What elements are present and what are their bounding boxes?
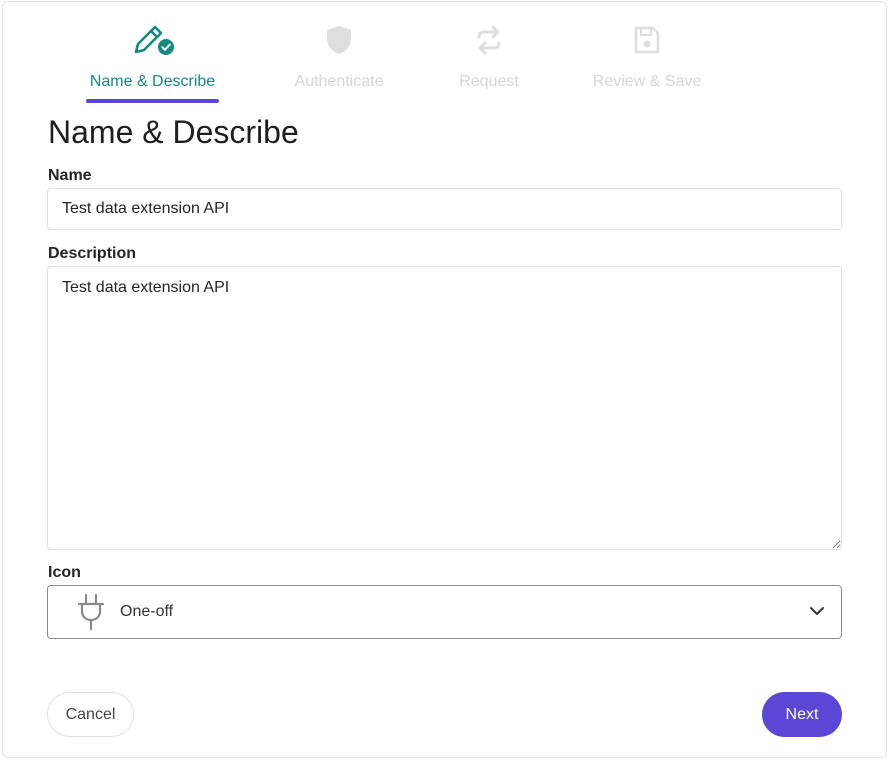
step-review-save[interactable]: Review & Save bbox=[588, 20, 706, 91]
cancel-button[interactable]: Cancel bbox=[47, 692, 134, 737]
pencil-check-icon bbox=[129, 20, 177, 60]
step-label: Review & Save bbox=[592, 73, 702, 90]
icon-label: Icon bbox=[48, 564, 81, 581]
step-authenticate[interactable]: Authenticate bbox=[289, 20, 389, 91]
step-label: Request bbox=[459, 73, 519, 90]
page-title: Name & Describe bbox=[48, 114, 299, 150]
name-input[interactable] bbox=[47, 188, 842, 230]
step-label: Name & Describe bbox=[89, 73, 216, 90]
chevron-down-icon bbox=[809, 603, 825, 624]
description-textarea[interactable]: Test data extension API bbox=[47, 266, 842, 550]
step-name-describe[interactable]: Name & Describe bbox=[86, 20, 219, 91]
icon-select-value: One-off bbox=[120, 603, 174, 620]
icon-select[interactable]: One-off bbox=[47, 585, 842, 639]
arrows-exchange-icon bbox=[473, 20, 505, 60]
active-step-indicator bbox=[86, 99, 219, 103]
plug-icon bbox=[76, 593, 106, 631]
step-request[interactable]: Request bbox=[449, 20, 529, 91]
step-label: Authenticate bbox=[294, 73, 384, 90]
name-label: Name bbox=[48, 167, 92, 184]
description-label: Description bbox=[48, 245, 137, 262]
next-button[interactable]: Next bbox=[762, 692, 842, 737]
shield-icon bbox=[324, 20, 354, 60]
floppy-disk-icon bbox=[632, 20, 662, 60]
